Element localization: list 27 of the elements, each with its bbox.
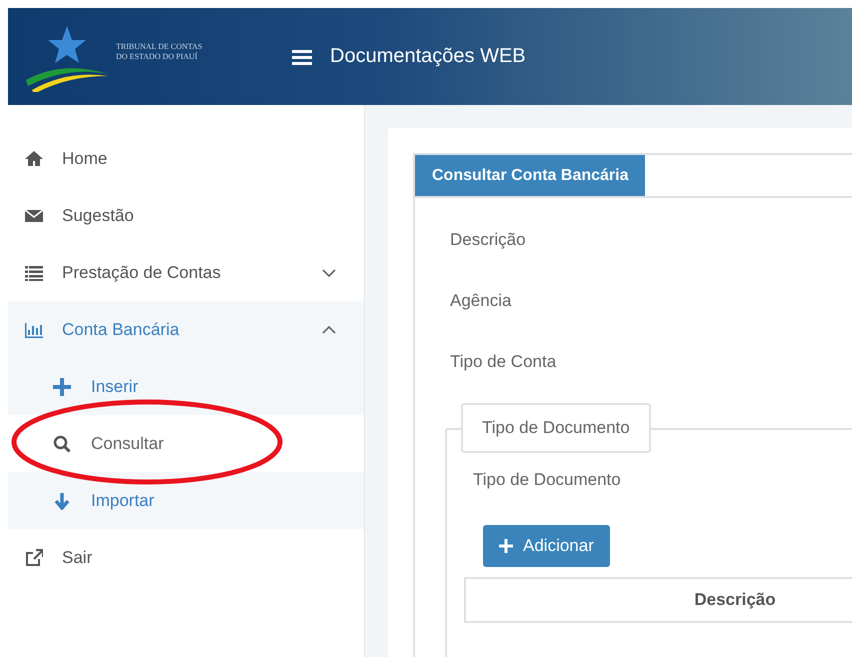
logo-text: DO ESTADO DO PIAUÍ xyxy=(116,52,198,62)
list-icon xyxy=(25,264,43,282)
external-link-icon xyxy=(25,548,43,566)
add-button[interactable]: Adicionar xyxy=(483,525,610,567)
search-icon xyxy=(53,434,71,452)
menu-icon[interactable] xyxy=(292,48,312,64)
submenu-item[interactable]: Inserir xyxy=(8,358,364,415)
field-label: Descrição xyxy=(450,229,527,251)
bar-chart-icon xyxy=(25,320,43,338)
app-title: Documentações WEB xyxy=(330,45,526,68)
column-header: Descrição xyxy=(465,578,852,622)
sidebar-item[interactable]: Sair xyxy=(8,529,364,586)
home-icon xyxy=(25,150,43,168)
submenu-item[interactable]: Importar xyxy=(8,472,364,529)
tab[interactable]: Consultar Conta Bancária xyxy=(415,155,646,196)
field-label: Tipo de Documento xyxy=(473,470,622,490)
plus-icon xyxy=(53,378,71,396)
plus-icon xyxy=(499,539,513,553)
field-label: Agência xyxy=(450,290,512,312)
sidebar-item[interactable]: Sugestão xyxy=(8,187,364,244)
fieldset-legend: Tipo de Documento xyxy=(461,403,651,453)
sidebar-item[interactable]: Prestação de Contas xyxy=(8,244,364,301)
sidebar-item[interactable]: Conta Bancária xyxy=(8,301,364,358)
arrow-down-icon xyxy=(53,492,71,510)
sidebar-item[interactable]: Home xyxy=(8,130,364,187)
logo-text: TRIBUNAL DE CONTAS xyxy=(116,42,202,52)
field-label: Tipo de Conta xyxy=(450,351,558,373)
